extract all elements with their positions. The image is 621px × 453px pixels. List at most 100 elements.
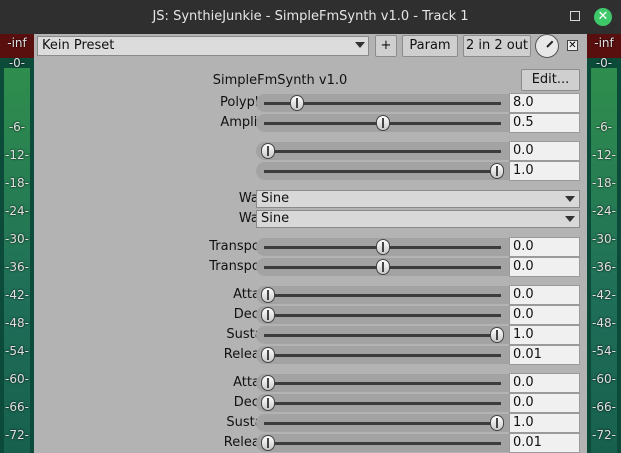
meter-tick-label: -72- — [592, 428, 616, 442]
param-value-field[interactable]: 0.0 — [509, 305, 580, 325]
param-value-field[interactable]: 0.0 — [509, 141, 580, 161]
meter-tick-label: -6- — [8, 120, 26, 134]
title-bar: JS: SynthieJunkie - SimpleFmSynth v1.0 -… — [0, 0, 621, 34]
meter-tick-label: -inf — [7, 36, 27, 50]
param-value-field[interactable]: 0.0 — [509, 237, 580, 257]
param-value-field[interactable]: 0.0 — [509, 257, 580, 277]
param-row: Wave 2Sine — [34, 209, 587, 229]
meter-tick-label: -60- — [5, 372, 29, 386]
meter-tick-label: -inf — [594, 36, 614, 50]
meter-tick-label: -18- — [5, 176, 29, 190]
meter-tick-label: -0- — [595, 56, 613, 70]
slider-groove — [264, 354, 501, 357]
param-row: Amplitude 0.5 — [34, 113, 587, 133]
meter-tick-label: -72- — [5, 428, 29, 442]
chevron-down-icon — [565, 216, 575, 222]
slider-thumb[interactable] — [261, 307, 275, 323]
preset-label: Kein Preset — [42, 38, 115, 53]
param-row: Mix1.0 — [34, 161, 587, 181]
slider-thumb[interactable] — [261, 435, 275, 451]
param-value-field[interactable]: 0.01 — [509, 433, 580, 453]
wet-mix-knob[interactable] — [535, 34, 559, 58]
meter-tick-label: -42- — [592, 288, 616, 302]
meter-tick-label: -24- — [592, 204, 616, 218]
param-row: Transpose 1 0.0 — [34, 237, 587, 257]
meter-tick-label: -42- — [5, 288, 29, 302]
close-button[interactable]: ✕ — [594, 8, 612, 26]
param-row: Attack 10.0 — [34, 285, 587, 305]
param-value-field[interactable]: 0.0 — [509, 285, 580, 305]
meter-tick-label: -24- — [5, 204, 29, 218]
window-title: JS: SynthieJunkie - SimpleFmSynth v1.0 -… — [152, 9, 469, 24]
add-preset-button[interactable]: + — [375, 35, 397, 57]
slider-groove — [264, 334, 501, 337]
meter-tick-label: -36- — [592, 260, 616, 274]
param-value-field[interactable]: 0.5 — [509, 113, 580, 133]
meter-tick-label: -18- — [592, 176, 616, 190]
chevron-down-icon — [565, 196, 575, 202]
slider-groove — [264, 422, 501, 425]
meter-tick-label: -54- — [5, 344, 29, 358]
param-row: Release 10.01 — [34, 345, 587, 365]
meter-tick-label: -36- — [5, 260, 29, 274]
meter-tick-label: -12- — [5, 148, 29, 162]
waveform-value: Sine — [261, 191, 290, 206]
slider-thumb[interactable] — [261, 143, 275, 159]
meter-tick-label: -48- — [5, 316, 29, 330]
slider-groove — [264, 382, 501, 385]
waveform-select[interactable]: Sine — [256, 210, 580, 228]
io-routing-button[interactable]: 2 in 2 out — [463, 35, 531, 57]
param-row: Decay 10.0 — [34, 305, 587, 325]
meter-tick-label: -60- — [592, 372, 616, 386]
slider-thumb[interactable] — [289, 95, 304, 111]
preset-select[interactable]: Kein Preset — [37, 36, 369, 56]
slider-thumb[interactable] — [375, 115, 390, 131]
param-value-field[interactable]: 0.0 — [509, 373, 580, 393]
meter-tick-label: -6- — [595, 120, 613, 134]
param-value-field[interactable]: 0.0 — [509, 393, 580, 413]
param-button[interactable]: Param — [402, 35, 458, 57]
slider-groove — [264, 442, 501, 445]
meter-tick-label: -30- — [5, 232, 29, 246]
maximize-button[interactable] — [570, 11, 580, 21]
param-row: FM0.0 — [34, 141, 587, 161]
slider-thumb[interactable] — [490, 327, 504, 343]
param-row: Sustain 11.0 — [34, 325, 587, 345]
meter-tick-label: -66- — [592, 400, 616, 414]
waveform-select[interactable]: Sine — [256, 190, 580, 208]
meter-tick-label: -0- — [8, 56, 26, 70]
slider-thumb[interactable] — [490, 415, 504, 431]
param-row: Sustain 21.0 — [34, 413, 587, 433]
slider-thumb[interactable] — [261, 375, 275, 391]
slider-thumb[interactable] — [261, 395, 275, 411]
meter-tick-label: -30- — [592, 232, 616, 246]
param-row: Transpose 2 0.0 — [34, 257, 587, 277]
param-value-field[interactable]: 0.01 — [509, 345, 580, 365]
meter-tick-label: -66- — [5, 400, 29, 414]
param-row: Decay 20.0 — [34, 393, 587, 413]
meter-tick-label: -54- — [592, 344, 616, 358]
slider-thumb[interactable] — [261, 287, 275, 303]
slider-thumb[interactable] — [490, 163, 504, 179]
output-level-meter: -inf -0- -6- -12- -18- -24- -30- -36- -42- -48- -5… — [587, 34, 621, 453]
input-level-meter: -inf -0- -6- -12- -18- -24- -30- -36- -42- -48- -5… — [0, 34, 34, 453]
param-row: Wave 1Sine — [34, 189, 587, 209]
edit-button[interactable]: Edit... — [521, 69, 580, 91]
param-value-field[interactable]: 1.0 — [509, 325, 580, 345]
param-row: Polyphony 8.0 — [34, 93, 587, 113]
slider-thumb[interactable] — [375, 239, 390, 255]
slider-groove — [264, 150, 501, 153]
slider-groove — [264, 314, 501, 317]
slider-thumb[interactable] — [261, 347, 275, 363]
slider-groove — [264, 294, 501, 297]
param-value-field[interactable]: 1.0 — [509, 413, 580, 433]
param-value-field[interactable]: 1.0 — [509, 161, 580, 181]
slider-thumb[interactable] — [375, 259, 390, 275]
bypass-checkbox[interactable]: ✕ — [567, 40, 578, 51]
slider-groove — [264, 402, 501, 405]
param-row: Release 20.01 — [34, 433, 587, 453]
meter-tick-label: -12- — [592, 148, 616, 162]
waveform-value: Sine — [261, 211, 290, 226]
chevron-down-icon — [355, 42, 365, 48]
param-value-field[interactable]: 8.0 — [509, 93, 580, 113]
